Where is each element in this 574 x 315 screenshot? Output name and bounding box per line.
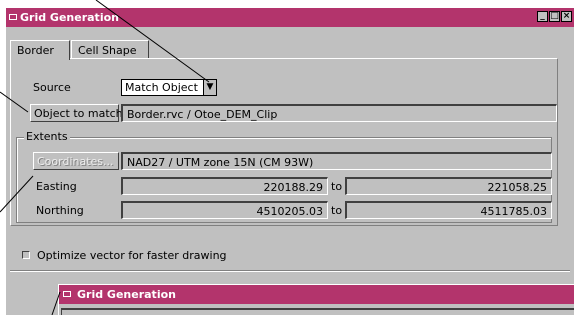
coordinates-value-field: NAD27 / UTM zone 15N (CM 93W) — [121, 152, 552, 170]
coordinates-button[interactable]: Coordinates... — [33, 152, 119, 170]
easting-max-field[interactable]: 221058.25 — [345, 177, 552, 195]
window-titlebar[interactable]: Grid Generation _ □ × — [6, 8, 574, 27]
window-2-title: Grid Generation — [77, 288, 176, 301]
northing-to-label: to — [331, 204, 343, 217]
easting-to-label: to — [331, 180, 343, 193]
tab-cell-shape-label: Cell Shape — [78, 44, 137, 57]
source-label: Source — [33, 81, 71, 94]
tab-border-label: Border — [17, 44, 54, 57]
easting-label: Easting — [36, 180, 77, 193]
minimize-icon[interactable]: _ — [537, 11, 548, 22]
window-2-menu-icon[interactable] — [63, 291, 71, 297]
divider — [10, 270, 570, 272]
close-icon[interactable]: × — [561, 11, 572, 22]
grid-generation-window-2: Grid Generation — [58, 284, 574, 315]
optimize-checkbox[interactable] — [22, 251, 30, 259]
maximize-icon[interactable]: □ — [549, 11, 560, 22]
window-menu-icon[interactable] — [9, 14, 17, 20]
northing-label: Northing — [36, 204, 84, 217]
tab-border[interactable]: Border — [10, 40, 70, 60]
optimize-label: Optimize vector for faster drawing — [37, 249, 227, 262]
easting-min-field[interactable]: 220188.29 — [121, 177, 328, 195]
northing-min-field[interactable]: 4510205.03 — [121, 201, 328, 219]
northing-max-field[interactable]: 4511785.03 — [345, 201, 552, 219]
tab-cell-shape[interactable]: Cell Shape — [71, 40, 149, 59]
chevron-down-icon[interactable]: ▼ — [203, 79, 217, 96]
extents-label: Extents — [24, 130, 70, 143]
object-to-match-button[interactable]: Object to match — [30, 104, 123, 122]
object-value-field: Border.rvc / Otoe_DEM_Clip — [121, 104, 557, 122]
window-2-content — [61, 308, 574, 315]
window-title: Grid Generation — [20, 11, 119, 24]
source-select[interactable]: Match Object — [121, 79, 204, 96]
window-2-titlebar[interactable]: Grid Generation — [59, 285, 574, 304]
